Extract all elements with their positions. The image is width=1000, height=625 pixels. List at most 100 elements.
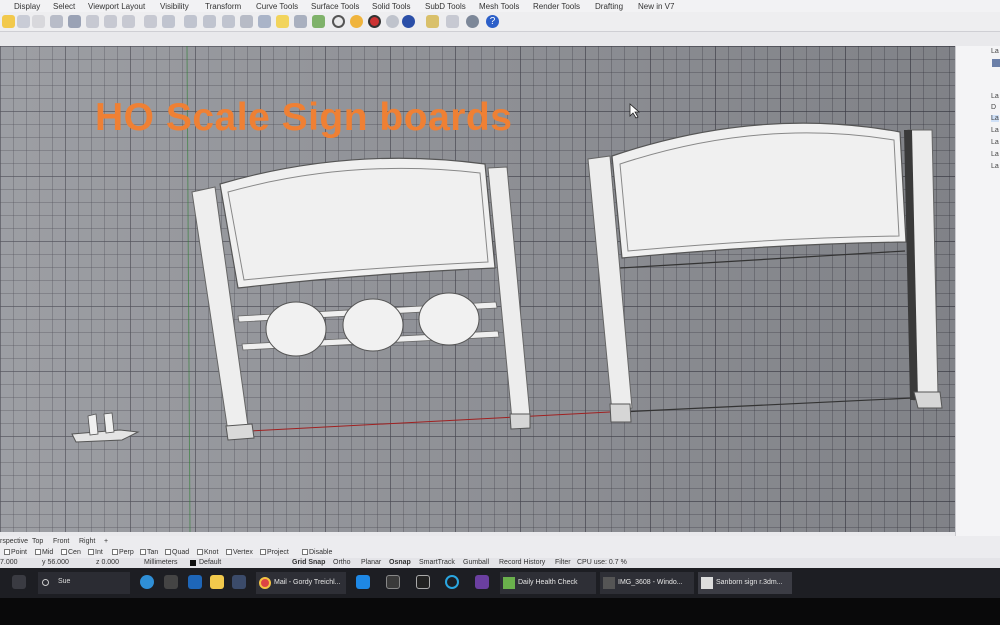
zoom-window-icon[interactable] [104, 15, 117, 28]
tab-top[interactable]: Top [32, 538, 43, 545]
checkbox-icon[interactable] [302, 549, 308, 555]
taskbar-item-mail[interactable]: Mail - Gordy Treichl... [256, 572, 346, 594]
layer-item[interactable]: La [991, 127, 999, 134]
checkbox-icon[interactable] [35, 549, 41, 555]
window-icon[interactable] [416, 575, 430, 589]
osnap-point[interactable]: Point [4, 549, 27, 556]
filter-toggle[interactable]: Filter [555, 559, 571, 566]
taskbar-item-photos[interactable]: IMG_3608 - Windo... [600, 572, 694, 594]
grid-snap-toggle[interactable]: Grid Snap [292, 559, 325, 566]
current-layer[interactable]: Default [199, 559, 221, 566]
options-icon[interactable] [466, 15, 479, 28]
menu-transform[interactable]: Transform [205, 2, 241, 11]
osnap-knot[interactable]: Knot [197, 549, 218, 556]
taskbar-item-health-check[interactable]: Daily Health Check [500, 572, 596, 594]
taskbar-item-rhino[interactable]: Sanborn sign r.3dm... [698, 572, 792, 594]
record-history-toggle[interactable]: Record History [499, 559, 545, 566]
layer-item[interactable]: La [991, 139, 999, 146]
wireframe-shade-icon[interactable] [332, 15, 345, 28]
task-view-icon[interactable] [164, 575, 178, 589]
checkbox-icon[interactable] [61, 549, 67, 555]
panel-tab-icon[interactable] [992, 59, 1000, 67]
mail-app-icon[interactable] [232, 575, 246, 589]
layer-item[interactable]: D [991, 104, 996, 111]
add-viewport-tab[interactable]: + [104, 538, 108, 545]
menu-new-in-v7[interactable]: New in V7 [638, 2, 674, 11]
undo-icon[interactable] [32, 15, 45, 28]
layer-item[interactable]: La [991, 48, 999, 55]
checkbox-icon[interactable] [88, 549, 94, 555]
lock-icon[interactable] [294, 15, 307, 28]
zoom-extents-icon[interactable] [122, 15, 135, 28]
app-icon[interactable] [475, 575, 489, 589]
menu-display[interactable]: Display [14, 2, 40, 11]
cplane-icon[interactable] [184, 15, 197, 28]
menu-render-tools[interactable]: Render Tools [533, 2, 580, 11]
store-icon[interactable] [188, 575, 202, 589]
light-icon[interactable] [276, 15, 289, 28]
terminal-icon[interactable] [386, 575, 400, 589]
menu-viewport-layout[interactable]: Viewport Layout [88, 2, 145, 11]
layer-item[interactable]: La [991, 163, 999, 170]
menu-drafting[interactable]: Drafting [595, 2, 623, 11]
edge-icon[interactable] [140, 575, 154, 589]
search-box[interactable]: Sue [38, 572, 130, 594]
start-icon[interactable] [12, 575, 26, 589]
osnap-cen[interactable]: Cen [61, 549, 81, 556]
osnap-toggle[interactable]: Osnap [389, 559, 411, 566]
rotate-view-icon[interactable] [68, 15, 81, 28]
planar-toggle[interactable]: Planar [361, 559, 381, 566]
select-icon[interactable] [222, 15, 235, 28]
zoom-selected-icon[interactable] [144, 15, 157, 28]
osnap-tan[interactable]: Tan [140, 549, 158, 556]
layer-item[interactable]: La [991, 93, 999, 100]
tab-perspective[interactable]: rspective [0, 538, 28, 545]
units-label[interactable]: Millimeters [144, 559, 177, 566]
outlook-icon[interactable] [356, 575, 370, 589]
layer-icon[interactable] [312, 15, 325, 28]
osnap-quad[interactable]: Quad [165, 549, 189, 556]
shaded-icon[interactable] [350, 15, 363, 28]
osnap-perp[interactable]: Perp [112, 549, 134, 556]
osnap-vertex[interactable]: Vertex [226, 549, 253, 556]
menu-select[interactable]: Select [53, 2, 75, 11]
left-signboard[interactable] [191, 157, 611, 441]
menu-mesh-tools[interactable]: Mesh Tools [479, 2, 519, 11]
pan-icon[interactable] [50, 15, 63, 28]
checkbox-icon[interactable] [260, 549, 266, 555]
rendered-icon[interactable] [368, 15, 381, 28]
layer-item[interactable]: La [991, 151, 999, 158]
gear-icon[interactable] [426, 15, 439, 28]
ortho-toggle[interactable]: Ortho [333, 559, 351, 566]
osnap-disable[interactable]: Disable [302, 549, 332, 556]
gumball-toggle[interactable]: Gumball [463, 559, 489, 566]
osnap-mid[interactable]: Mid [35, 549, 53, 556]
help-icon[interactable]: ? [486, 15, 499, 28]
filter-icon[interactable] [446, 15, 459, 28]
menu-curve-tools[interactable]: Curve Tools [256, 2, 298, 11]
menu-solid-tools[interactable]: Solid Tools [372, 2, 411, 11]
small-bracket-part[interactable] [71, 412, 140, 443]
perspective-viewport[interactable]: HO Scale Sign boards [0, 46, 955, 532]
checkbox-icon[interactable] [112, 549, 118, 555]
named-views-icon[interactable] [203, 15, 216, 28]
right-signboard[interactable] [587, 122, 943, 423]
osnap-project[interactable]: Project [260, 549, 289, 556]
file-explorer-icon[interactable] [210, 575, 224, 589]
smarttrack-toggle[interactable]: SmartTrack [419, 559, 455, 566]
grid-icon[interactable] [162, 15, 175, 28]
checkbox-icon[interactable] [165, 549, 171, 555]
zoom-icon[interactable] [86, 15, 99, 28]
checkbox-icon[interactable] [226, 549, 232, 555]
ghosted-icon[interactable] [386, 15, 399, 28]
menu-surface-tools[interactable]: Surface Tools [311, 2, 359, 11]
save-icon[interactable] [17, 15, 30, 28]
menu-subd-tools[interactable]: SubD Tools [425, 2, 466, 11]
render-icon[interactable] [402, 15, 415, 28]
tab-right[interactable]: Right [79, 538, 95, 545]
cortana-icon[interactable] [445, 575, 459, 589]
new-file-icon[interactable] [2, 15, 15, 28]
osnap-int[interactable]: Int [88, 549, 103, 556]
menu-visibility[interactable]: Visibility [160, 2, 189, 11]
checkbox-icon[interactable] [197, 549, 203, 555]
